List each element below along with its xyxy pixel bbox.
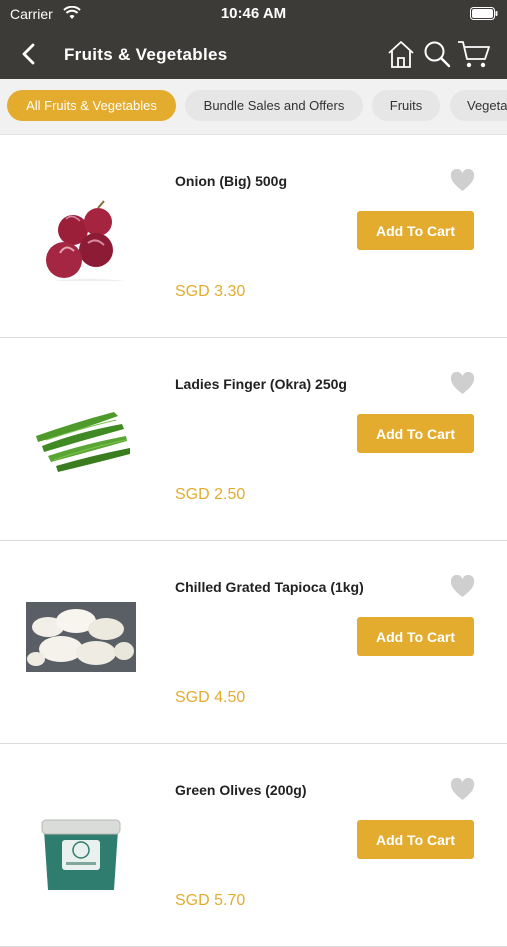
product-price: SGD 4.50 — [175, 689, 246, 706]
okra-image — [36, 412, 130, 472]
add-to-cart-button[interactable]: Add To Cart — [357, 820, 474, 859]
battery-icon — [470, 7, 498, 20]
heart-icon[interactable] — [450, 575, 475, 598]
product-price: SGD 3.30 — [175, 283, 246, 300]
product-price: SGD 5.70 — [175, 892, 246, 909]
status-time: 10:46 AM — [220, 5, 287, 22]
onion-image — [46, 200, 124, 281]
tab-all-fruits-vegetables[interactable]: All Fruits & Vegetables — [7, 90, 176, 121]
product-name: Ladies Finger (Okra) 250g — [175, 376, 347, 392]
navigation-bar: Fruits & Vegetables — [0, 28, 507, 79]
product-name: Chilled Grated Tapioca (1kg) — [175, 579, 364, 595]
heart-icon[interactable] — [450, 372, 475, 395]
back-arrow-icon[interactable] — [18, 42, 40, 66]
product-name: Onion (Big) 500g — [175, 173, 287, 189]
home-icon[interactable] — [386, 39, 416, 69]
tab-vegetables[interactable]: Vegeta — [450, 90, 507, 121]
category-tabs: All Fruits & Vegetables Bundle Sales and… — [0, 79, 507, 135]
heart-icon[interactable] — [450, 778, 475, 801]
tab-bundle-sales-offers[interactable]: Bundle Sales and Offers — [185, 90, 363, 121]
product-card-olives[interactable]: Green Olives (200g) Add To Cart SGD 5.70 — [0, 744, 507, 947]
cart-icon[interactable] — [457, 39, 491, 69]
tab-fruits[interactable]: Fruits — [372, 90, 440, 121]
page-title: Fruits & Vegetables — [64, 45, 228, 64]
heart-icon[interactable] — [450, 169, 475, 192]
olives-tub-image — [41, 819, 121, 890]
product-card-onion[interactable]: Onion (Big) 500g Add To Cart SGD 3.30 — [0, 135, 507, 338]
status-bar: Carrier 10:46 AM — [0, 0, 507, 28]
add-to-cart-button[interactable]: Add To Cart — [357, 617, 474, 656]
search-icon[interactable] — [423, 40, 451, 68]
product-card-tapioca[interactable]: Chilled Grated Tapioca (1kg) Add To Cart… — [0, 541, 507, 744]
product-name: Green Olives (200g) — [175, 782, 307, 798]
add-to-cart-button[interactable]: Add To Cart — [357, 211, 474, 250]
tapioca-image — [26, 602, 136, 672]
product-card-okra[interactable]: Ladies Finger (Okra) 250g Add To Cart SG… — [0, 338, 507, 541]
product-price: SGD 2.50 — [175, 486, 246, 503]
add-to-cart-button[interactable]: Add To Cart — [357, 414, 474, 453]
